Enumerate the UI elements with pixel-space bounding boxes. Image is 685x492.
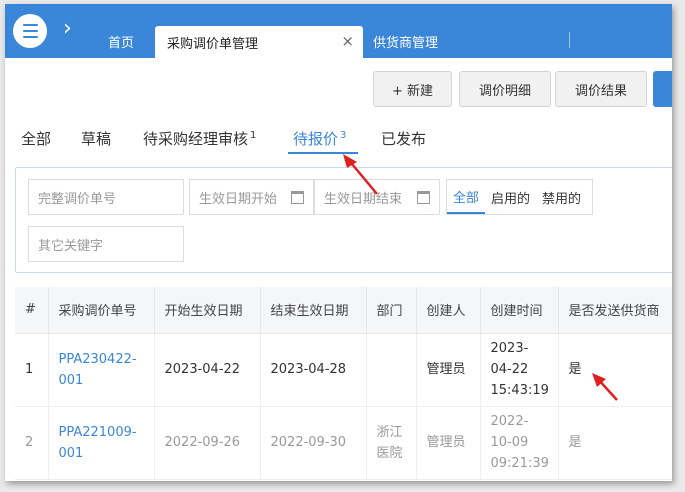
status-tab-draft[interactable]: 草稿 [81, 128, 111, 149]
created-time-cell: 2023- 04-22 15:43:19 [480, 333, 559, 407]
order-number-link[interactable]: PPA221009- 001 [48, 406, 155, 480]
adjustment-detail-button[interactable]: 调价明细 [459, 71, 551, 107]
count-badge: 1 [250, 130, 257, 141]
count-badge: 3 [340, 130, 347, 141]
menu-icon[interactable] [13, 14, 47, 48]
top-bar: › 首页 采购调价单管理 × 供货商管理 [5, 4, 672, 58]
tab-price-adjustment[interactable]: 采购调价单管理 × [155, 26, 363, 58]
tab-label: 采购调价单管理 [167, 37, 259, 52]
adjustment-result-button[interactable]: 调价结果 [555, 71, 647, 107]
tab-divider [569, 32, 570, 48]
row-index: 1 [15, 333, 49, 407]
keyword-input[interactable]: 其它关键字 [28, 226, 184, 262]
column-header[interactable]: 是否发送供货商 [558, 287, 672, 334]
order-number-link[interactable]: PPA230422- 001 [48, 333, 155, 407]
column-header[interactable]: 结束生效日期 [260, 287, 367, 334]
creator-cell: 管理员 [416, 333, 481, 407]
tab-supplier[interactable]: 供货商管理 [373, 32, 438, 51]
creator-cell: 管理员 [416, 406, 481, 480]
chevron-right-icon[interactable]: › [63, 17, 72, 41]
sent-to-supplier-cell: 是 [558, 406, 672, 480]
status-tab-manager-review[interactable]: 待采购经理审核 1 [143, 128, 256, 149]
created-time-cell: 2022- 10-09 09:21:39 [480, 406, 559, 480]
segment-disabled[interactable]: 禁用的 [536, 180, 587, 214]
segment-enabled[interactable]: 启用的 [485, 180, 536, 214]
status-tab-pending-quote[interactable]: 待报价 3 [293, 128, 346, 149]
end-date-cell: 2022-09-30 [260, 406, 367, 480]
new-button[interactable]: + 新建 [373, 71, 452, 107]
column-header[interactable]: 创建人 [416, 287, 481, 334]
annotation-arrow-icon [592, 373, 618, 401]
segment-all[interactable]: 全部 [447, 180, 486, 214]
order-number-input[interactable]: 完整调价单号 [28, 179, 184, 215]
row-index: 2 [15, 406, 49, 480]
column-header[interactable]: # [15, 287, 49, 334]
end-date-cell: 2023-04-28 [260, 333, 367, 407]
column-header[interactable]: 创建时间 [480, 287, 559, 334]
calendar-icon[interactable] [417, 191, 430, 204]
department-cell [366, 333, 417, 407]
table-header-row: # 采购调价单号 开始生效日期 结束生效日期 部门 创建人 创建时间 是否发送供… [15, 287, 672, 334]
table-row[interactable]: 2 PPA221009- 001 2022-09-26 2022-09-30 浙江… [15, 406, 672, 480]
annotation-arrow-icon [343, 154, 378, 195]
enabled-filter-segment: 全部 启用的 禁用的 [446, 179, 593, 215]
column-header[interactable]: 开始生效日期 [154, 287, 261, 334]
calendar-icon[interactable] [291, 191, 304, 204]
status-tab-all[interactable]: 全部 [21, 128, 51, 149]
start-date-cell: 2022-09-26 [154, 406, 261, 480]
table-row[interactable]: 1 PPA230422- 001 2023-04-22 2023-04-28 管理… [15, 333, 672, 407]
column-header[interactable]: 部门 [366, 287, 417, 334]
start-date-cell: 2023-04-22 [154, 333, 261, 407]
department-cell: 浙江 医院 [366, 406, 417, 480]
start-date-input[interactable]: 生效日期开始 [189, 179, 314, 215]
primary-action-button[interactable] [653, 71, 672, 107]
tab-home[interactable]: 首页 [108, 32, 134, 51]
close-icon[interactable]: × [341, 32, 354, 50]
app-window: › 首页 采购调价单管理 × 供货商管理 + 新建 调价明细 调价结果 全部 草… [5, 4, 672, 481]
column-header[interactable]: 采购调价单号 [48, 287, 155, 334]
data-table: # 采购调价单号 开始生效日期 结束生效日期 部门 创建人 创建时间 是否发送供… [15, 287, 672, 481]
status-tab-published[interactable]: 已发布 [381, 128, 426, 149]
